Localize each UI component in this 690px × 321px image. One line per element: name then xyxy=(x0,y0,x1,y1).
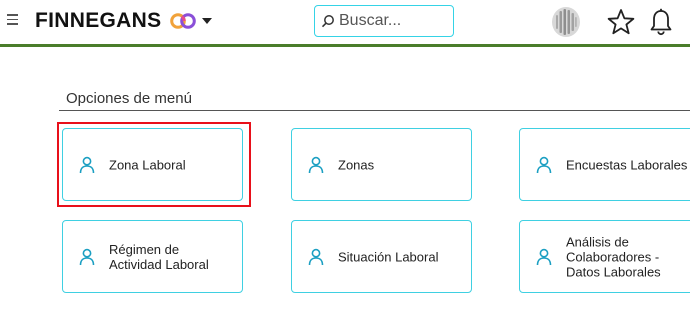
section-title: Opciones de menú xyxy=(66,90,192,107)
person-icon xyxy=(536,248,552,265)
menu-item-analisis-colaboradores[interactable]: Análisis de Colaboradores - Datos Labora… xyxy=(519,220,690,293)
menu-item-label: Análisis de Colaboradores - Datos Labora… xyxy=(566,234,661,279)
menu-item-label: Situación Laboral xyxy=(338,249,439,264)
menu-item-situacion-laboral[interactable]: Situación Laboral xyxy=(291,220,472,293)
avatar[interactable] xyxy=(550,6,582,38)
person-icon xyxy=(308,248,324,265)
menu-item-encuestas-laborales[interactable]: Encuestas Laborales xyxy=(519,128,690,201)
person-icon xyxy=(79,248,95,265)
person-icon xyxy=(536,156,552,173)
menu-item-regimen-actividad-laboral[interactable]: Régimen de Actividad Laboral xyxy=(62,220,243,293)
person-icon xyxy=(308,156,324,173)
top-bar: FINNEGANS xyxy=(0,0,690,45)
search-icon xyxy=(321,15,334,28)
brand-dropdown-caret-icon[interactable] xyxy=(202,18,212,24)
menu-item-label: Encuestas Laborales xyxy=(566,157,688,172)
bell-icon[interactable] xyxy=(649,8,673,36)
header-divider xyxy=(0,44,690,47)
search-input[interactable] xyxy=(339,8,449,34)
brand-name[interactable]: FINNEGANS xyxy=(35,9,161,33)
brand-logo-icon xyxy=(170,13,196,29)
search-box[interactable] xyxy=(314,5,454,37)
menu-item-label: Zonas xyxy=(338,157,375,172)
menu-item-zonas[interactable]: Zonas xyxy=(291,128,472,201)
star-icon[interactable] xyxy=(607,8,635,36)
hamburger-icon[interactable] xyxy=(7,14,18,26)
selection-highlight xyxy=(57,122,251,207)
menu-item-label: Régimen de Actividad Laboral xyxy=(109,241,209,272)
section-divider xyxy=(59,110,690,111)
